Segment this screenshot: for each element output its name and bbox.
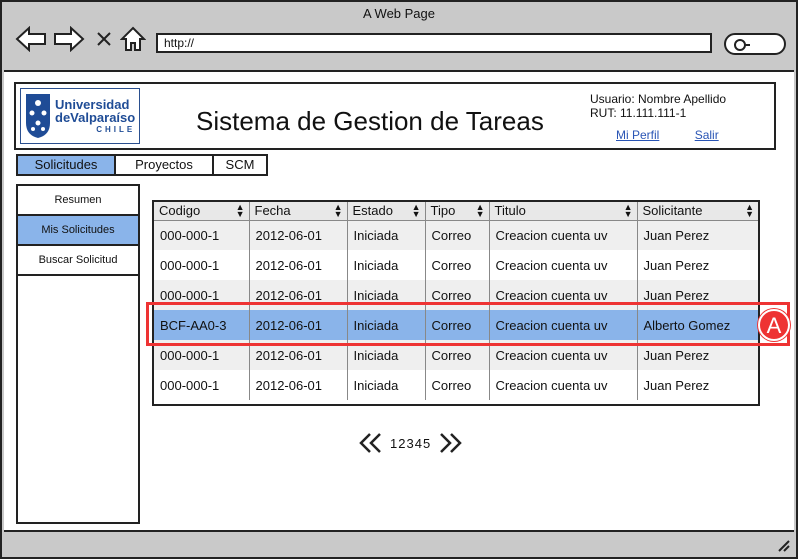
page-number[interactable]: 3	[406, 436, 414, 451]
annotation-marker: A	[758, 309, 790, 341]
site-header: Universidad deValparaíso CHILE Sistema d…	[14, 82, 776, 150]
tab-solicitudes[interactable]: Solicitudes	[16, 154, 114, 176]
close-icon[interactable]	[92, 24, 116, 54]
page-viewport: Universidad deValparaíso CHILE Sistema d…	[4, 70, 794, 532]
tab-proyectos[interactable]: Proyectos	[114, 154, 212, 176]
table-cell: Juan Perez	[637, 220, 758, 250]
sort-icon: ▲ ▼	[333, 202, 343, 219]
table-cell: 2012-06-01	[249, 220, 348, 250]
column-header-titulo[interactable]: Titulo ▲ ▼	[489, 202, 638, 221]
window-title: A Web Page	[362, 6, 436, 21]
table-cell: Creacion cuenta uv	[489, 220, 638, 250]
user-rut: RUT: 11.111.111-1	[590, 106, 687, 120]
home-icon[interactable]	[118, 24, 148, 54]
table-cell: 000-000-1	[154, 250, 250, 280]
tab-scm[interactable]: SCM	[212, 154, 268, 176]
forward-icon[interactable]	[52, 24, 86, 54]
table-cell: Juan Perez	[643, 257, 710, 273]
sidebar-item-resumen[interactable]: Resumen	[18, 186, 138, 216]
table-row[interactable]: 000-000-1 2012-06-01 Iniciada Correo Creacio…	[154, 220, 758, 250]
first-page-icon[interactable]	[358, 432, 382, 454]
table-cell: 2012-06-01	[249, 370, 348, 400]
user-name: Usuario: Nombre Apellido	[590, 92, 727, 106]
page-number[interactable]: 5	[423, 436, 431, 451]
page-number[interactable]: 1	[390, 436, 398, 451]
table-cell: Juan Perez	[643, 377, 710, 393]
sort-icon: ▲ ▼	[411, 202, 421, 219]
sort-icon: ▲ ▼	[235, 202, 245, 219]
table-cell: 2012-06-01	[249, 250, 348, 280]
sort-icon: ▲ ▼	[623, 202, 633, 219]
sidebar-item-buscar-solicitud[interactable]: Buscar Solicitud	[18, 246, 138, 276]
page-numbers: 12345	[390, 436, 431, 451]
column-header-tipo[interactable]: Tipo ▲ ▼	[425, 202, 490, 221]
sort-icon: ▲ ▼	[475, 202, 485, 219]
column-header-fecha[interactable]: Fecha ▲ ▼	[249, 202, 348, 221]
pagination: 12345	[358, 432, 463, 454]
table-header-row: Codigo ▲ ▼ Fecha ▲ ▼ Estado ▲ ▼ Tipo ▲ ▼ Titulo ▲…	[154, 202, 758, 221]
shield-icon	[26, 94, 50, 138]
browser-search-button[interactable]	[724, 33, 786, 55]
selected-row-highlight	[146, 302, 790, 346]
table-cell: Creacion cuenta uv	[489, 370, 638, 400]
university-logo: Universidad deValparaíso CHILE	[20, 88, 140, 144]
table-cell: Creacion cuenta uv	[489, 250, 638, 280]
user-links: Mi Perfil Salir	[616, 128, 751, 142]
main-tabs: Solicitudes Proyectos SCM	[16, 154, 268, 178]
search-icon	[734, 39, 750, 51]
page-number[interactable]: 4	[415, 436, 423, 451]
table-cell: Iniciada	[347, 370, 426, 400]
logo-line-2: deValparaíso	[55, 110, 136, 125]
table-cell: Iniciada	[347, 250, 426, 280]
table-cell: 000-000-1	[154, 370, 250, 400]
url-input[interactable]: http://	[156, 33, 712, 53]
column-header-codigo[interactable]: Codigo ▲ ▼	[154, 202, 250, 221]
logout-link[interactable]: Salir	[695, 128, 719, 142]
back-icon[interactable]	[14, 24, 48, 54]
column-header-solicitante[interactable]: Solicitante ▲ ▼	[637, 202, 758, 221]
resize-grip-icon[interactable]	[776, 538, 790, 552]
table-cell: 000-000-1	[154, 220, 250, 250]
sort-icon: ▲ ▼	[745, 202, 754, 219]
last-page-icon[interactable]	[439, 432, 463, 454]
table-cell: Correo	[425, 370, 490, 400]
page-title: Sistema de Gestion de Tareas	[196, 106, 544, 136]
table-cell: Iniciada	[347, 220, 426, 250]
table-row[interactable]: 000-000-1 2012-06-01 Iniciada Correo Creacio…	[154, 370, 758, 400]
table-row[interactable]: 000-000-1 2012-06-01 Iniciada Correo Creacio…	[154, 250, 758, 280]
table-cell: Correo	[425, 250, 490, 280]
status-bar	[4, 533, 796, 557]
browser-window: A Web Page http:// Universidad deValpara…	[0, 0, 798, 559]
table-cell: Correo	[425, 220, 490, 250]
user-info: Usuario: Nombre Apellido RUT: 11.111.111…	[590, 92, 726, 120]
profile-link[interactable]: Mi Perfil	[616, 128, 659, 142]
column-header-estado[interactable]: Estado ▲ ▼	[347, 202, 426, 221]
logo-line-3: CHILE	[96, 125, 136, 134]
sidebar-item-mis-solicitudes[interactable]: Mis Solicitudes	[18, 216, 138, 246]
sidebar: Resumen Mis Solicitudes Buscar Solicitud	[16, 184, 140, 524]
